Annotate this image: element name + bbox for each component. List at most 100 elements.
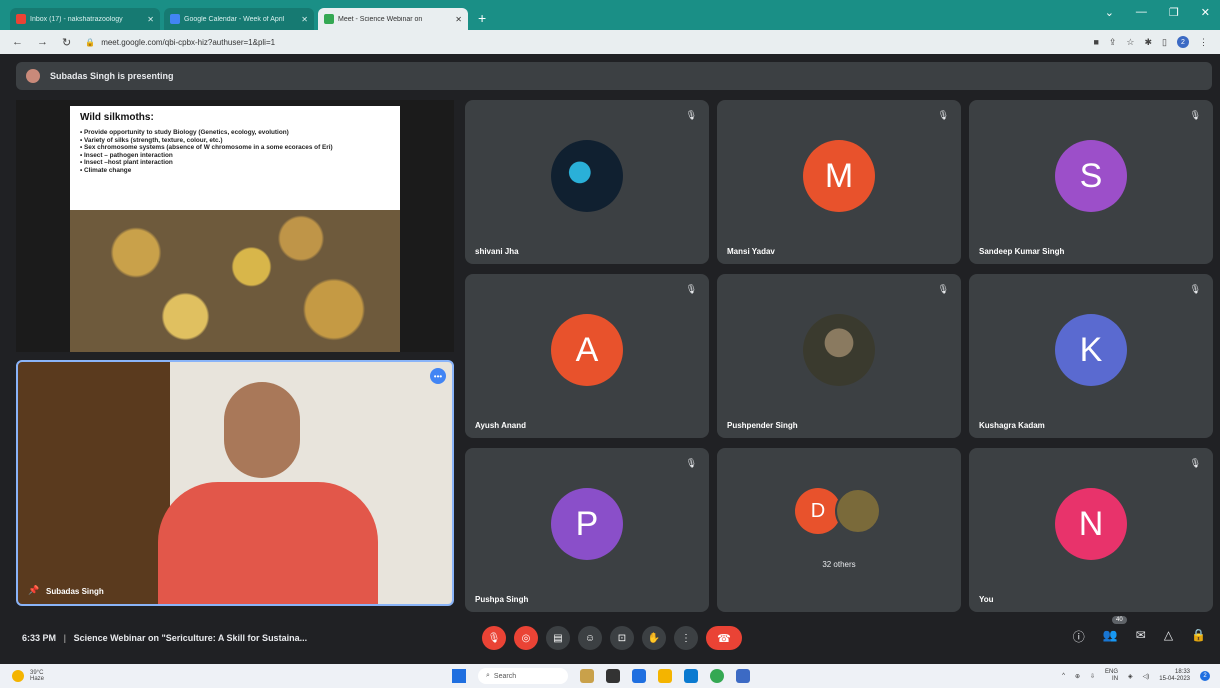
file-explorer-icon[interactable] [658,669,672,683]
chevron-down-icon[interactable]: ⌄ [1105,6,1114,19]
slide-bullet: Climate change [80,167,390,175]
app-icon[interactable] [736,669,750,683]
camera-icon[interactable]: ■ [1093,37,1098,47]
wifi-icon[interactable]: ◈ [1128,673,1133,680]
present-button[interactable]: ⊡ [610,626,634,650]
tab-label: Meet - Science Webinar on [338,15,423,23]
star-icon[interactable]: ☆ [1126,37,1134,48]
edge-icon[interactable] [632,669,646,683]
os-taskbar: 39°C Haze ⌕ Search ^ ⊕ ⇩ ENG IN ◈ ◁) 18:… [0,664,1220,688]
others-tile[interactable]: D 32 others [717,448,961,612]
address-bar: ← → ↻ 🔒 meet.google.com/qbi-cpbx-hiz?aut… [0,30,1220,54]
raise-hand-button[interactable]: ✋ [642,626,666,650]
meeting-controls-bar: 6:33 PM | Science Webinar on "Sericultur… [0,620,1220,656]
participant-tile[interactable]: 🎙︎ M Mansi Yadav [717,100,961,264]
tab-calendar[interactable]: Google Calendar - Week of April ✕ [164,8,314,30]
chrome-icon[interactable] [710,669,724,683]
close-icon[interactable]: ✕ [147,15,154,24]
usb-icon[interactable]: ⇩ [1090,673,1095,680]
participant-name: Sandeep Kumar Singh [979,247,1065,256]
restore-button[interactable]: ❐ [1169,6,1179,19]
participant-name: Pushpa Singh [475,595,529,604]
search-placeholder: Search [493,672,517,680]
presenter-video-tile[interactable]: ••• 📌 Subadas Singh [16,360,454,606]
clock-time: 18:33 [1174,669,1190,675]
mic-off-icon: 🎙︎ [1189,284,1201,294]
participant-name: You [979,595,994,604]
close-window-button[interactable]: ✕ [1201,6,1210,19]
mic-off-icon: 🎙︎ [685,458,697,468]
tab-gmail[interactable]: Inbox (17) - nakshatrazoology ✕ [10,8,160,30]
avatar [803,314,875,386]
participant-name: Pushpender Singh [727,421,798,430]
slide-bullet: Variety of silks (strength, texture, col… [80,137,390,145]
clock-date: 15-04-2023 [1159,676,1190,682]
mic-off-icon: 🎙︎ [937,110,949,120]
chat-icon[interactable]: ✉ [1136,628,1146,645]
host-controls-icon[interactable]: 🔒 [1191,628,1206,645]
more-options-button[interactable]: ⋮ [674,626,698,650]
menu-icon[interactable]: ⋮ [1199,37,1208,48]
avatar [26,69,40,83]
activities-icon[interactable]: △ [1164,628,1173,645]
more-options-button[interactable]: ••• [430,368,446,384]
language: ENG [1105,669,1119,675]
presenting-banner: Subadas Singh is presenting [16,62,1212,90]
camera-toggle-button[interactable]: ◎ [514,626,538,650]
store-icon[interactable] [684,669,698,683]
share-icon[interactable]: ⇪ [1109,37,1117,48]
presenter-video [148,382,388,604]
browser-tab-bar: Inbox (17) - nakshatrazoology ✕ Google C… [0,0,1220,30]
tab-meet[interactable]: Meet - Science Webinar on ✕ [318,8,468,30]
participant-tile[interactable]: 🎙︎ N You [969,448,1213,612]
participant-tile[interactable]: 🎙︎ A Ayush Anand [465,274,709,438]
slide-title: Wild silkmoths: [80,112,154,123]
avatar: A [551,314,623,386]
emoji-button[interactable]: ☺ [578,626,602,650]
participant-tile[interactable]: 🎙︎ Pushpender Singh [717,274,961,438]
extensions-icon[interactable]: ✱ [1145,37,1153,48]
participant-tile[interactable]: 🎙︎ K Kushagra Kadam [969,274,1213,438]
windows-start-icon[interactable] [452,669,466,683]
url-field[interactable]: meet.google.com/qbi-cpbx-hiz?authuser=1&… [101,38,1093,47]
shared-screen: Wild silkmoths: Provide opportunity to s… [16,100,454,352]
back-icon[interactable]: ← [12,36,23,49]
tab-label: Inbox (17) - nakshatrazoology [30,15,123,23]
captions-button[interactable]: ▤ [546,626,570,650]
pin-icon[interactable]: 📌 [28,585,39,596]
mic-off-icon: 🎙︎ [1189,110,1201,120]
slide-bullet: Sex chromosome systems (absence of W chr… [80,144,390,152]
participant-tile[interactable]: 🎙︎ S Sandeep Kumar Singh [969,100,1213,264]
avatar [551,140,623,212]
participant-name: Subadas Singh [46,587,104,596]
sun-icon [12,670,24,682]
mic-off-icon: 🎙︎ [685,110,697,120]
profile-avatar[interactable]: 2 [1177,36,1189,48]
tab-label: Google Calendar - Week of April [184,15,285,23]
weather-widget[interactable]: 39°C Haze [12,670,44,682]
minimize-button[interactable]: — [1136,6,1147,19]
region: IN [1112,676,1119,682]
participant-tile[interactable]: 🎙︎ P Pushpa Singh [465,448,709,612]
end-call-button[interactable]: ☎ [706,626,742,650]
forward-icon[interactable]: → [37,36,48,49]
close-icon[interactable]: ✕ [455,15,462,24]
mic-toggle-button[interactable]: 🎙︎ [482,626,506,650]
participant-tile[interactable]: 🎙︎ shivani Jha [465,100,709,264]
network-icon[interactable]: ⊕ [1075,673,1080,680]
volume-icon[interactable]: ◁) [1143,673,1150,680]
info-icon[interactable]: ⓘ [1073,628,1085,645]
sidepanel-icon[interactable]: ▯ [1162,37,1167,48]
people-icon[interactable]: 👥 [1103,628,1118,645]
close-icon[interactable]: ✕ [301,15,308,24]
chevron-up-icon[interactable]: ^ [1062,673,1065,679]
participant-name: Ayush Anand [475,421,526,430]
taskbar-search[interactable]: ⌕ Search [478,668,568,684]
reload-icon[interactable]: ↻ [62,36,71,49]
task-view-icon[interactable] [606,669,620,683]
widgets-icon[interactable] [580,669,594,683]
system-clock[interactable]: 18:33 15-04-2023 [1159,669,1190,683]
notification-badge[interactable]: 2 [1200,671,1210,681]
new-tab-button[interactable]: + [478,10,486,26]
lock-icon: 🔒 [85,37,96,47]
